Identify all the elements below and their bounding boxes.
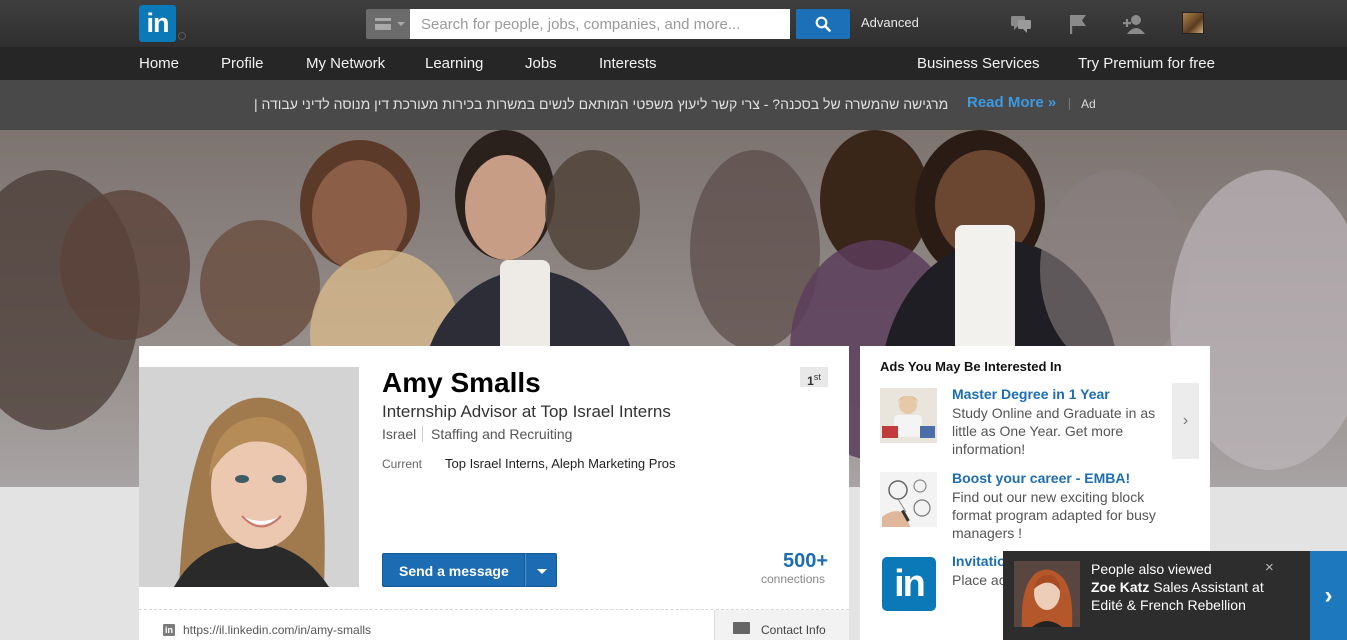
contact-info-button[interactable]: Contact Info bbox=[714, 610, 849, 640]
profile-photo[interactable] bbox=[139, 367, 359, 587]
degree-number: 1 bbox=[807, 374, 814, 388]
suggested-person-name[interactable]: Zoe Katz bbox=[1091, 579, 1149, 595]
add-connection-icon[interactable] bbox=[1122, 12, 1146, 36]
people-also-viewed-title: People also viewed bbox=[1091, 561, 1212, 577]
suggested-person[interactable]: Zoe Katz Sales Assistant at Edité & Fren… bbox=[1091, 578, 1291, 614]
ad-thumbnail bbox=[880, 472, 937, 527]
ad-thumbnail bbox=[880, 388, 937, 443]
flag-icon[interactable] bbox=[1066, 12, 1090, 36]
contact-info-label: Contact Info bbox=[761, 623, 826, 637]
connection-degree-badge: 1st bbox=[800, 367, 828, 388]
degree-suffix: st bbox=[813, 372, 821, 382]
people-also-viewed-popup[interactable]: People also viewed Zoe Katz Sales Assist… bbox=[1003, 551, 1310, 640]
current-positions[interactable]: Top Israel Interns, Aleph Marketing Pros bbox=[445, 456, 676, 471]
ad-item[interactable]: Boost your career - EMBA! Find out our n… bbox=[880, 470, 1170, 542]
linkedin-icon: in bbox=[163, 624, 175, 636]
nav-jobs[interactable]: Jobs bbox=[525, 55, 557, 72]
ad-title[interactable]: Master Degree in 1 Year bbox=[952, 386, 1110, 402]
current-label: Current bbox=[382, 457, 423, 471]
ad-body[interactable]: Study Online and Graduate in as little a… bbox=[952, 404, 1167, 458]
send-message-button[interactable]: Send a message bbox=[382, 553, 525, 587]
connections-label: connections bbox=[761, 572, 826, 586]
nav-my-network[interactable]: My Network bbox=[306, 55, 385, 72]
menu-icon bbox=[375, 18, 391, 30]
registered-mark-icon bbox=[178, 32, 186, 40]
ads-next-button[interactable]: › bbox=[1172, 383, 1199, 459]
ad-title[interactable]: Invitatio bbox=[952, 553, 1006, 569]
contact-card-icon bbox=[733, 622, 750, 634]
nav-home[interactable]: Home bbox=[139, 55, 179, 72]
nav-learning[interactable]: Learning bbox=[425, 55, 483, 72]
divider bbox=[1069, 98, 1070, 110]
profile-industry[interactable]: Staffing and Recruiting bbox=[431, 426, 572, 442]
public-profile-url[interactable]: https://il.linkedin.com/in/amy-smalls bbox=[183, 623, 371, 637]
nav-interests[interactable]: Interests bbox=[599, 55, 657, 72]
ads-panel-title: Ads You May Be Interested In bbox=[880, 359, 1062, 374]
advanced-search-link[interactable]: Advanced bbox=[861, 15, 919, 30]
search-category-menu-button[interactable] bbox=[366, 9, 410, 39]
nav-try-premium[interactable]: Try Premium for free bbox=[1078, 55, 1215, 72]
profile-name: Amy Smalls bbox=[382, 367, 541, 398]
messages-icon[interactable] bbox=[1009, 12, 1033, 36]
linkedin-logo[interactable]: in bbox=[139, 5, 176, 42]
connections-count[interactable]: 500+ bbox=[783, 550, 828, 573]
ad-title[interactable]: Boost your career - EMBA! bbox=[952, 470, 1130, 486]
ad-banner-text[interactable]: מרגישה שהמשרה של בסכנה? - צרי קשר ליעוץ … bbox=[254, 96, 948, 112]
profile-card-footer: in https://il.linkedin.com/in/amy-smalls… bbox=[139, 609, 849, 640]
nav-profile[interactable]: Profile bbox=[221, 55, 264, 72]
close-icon[interactable]: × bbox=[1265, 559, 1274, 576]
top-bar: in Advanced bbox=[0, 0, 1347, 47]
chevron-down-icon bbox=[397, 22, 405, 26]
ad-label: Ad bbox=[1081, 97, 1096, 111]
search-icon bbox=[815, 16, 831, 32]
more-actions-dropdown[interactable] bbox=[525, 553, 557, 587]
suggested-person-photo[interactable] bbox=[1014, 561, 1080, 627]
linkedin-logo: in bbox=[882, 557, 936, 611]
divider bbox=[422, 426, 423, 442]
nav-business-services[interactable]: Business Services bbox=[917, 55, 1040, 72]
search-button[interactable] bbox=[796, 9, 850, 39]
profile-location[interactable]: Israel bbox=[382, 426, 416, 442]
account-avatar[interactable] bbox=[1182, 12, 1204, 34]
main-nav: Home Profile My Network Learning Jobs In… bbox=[0, 47, 1347, 80]
search-input[interactable] bbox=[410, 9, 790, 39]
profile-card: Amy Smalls Internship Advisor at Top Isr… bbox=[139, 346, 849, 640]
top-ad-banner: מרגישה שהמשרה של בסכנה? - צרי קשר ליעוץ … bbox=[0, 80, 1347, 130]
ad-read-more-link[interactable]: Read More » bbox=[967, 94, 1056, 111]
ad-item[interactable]: Master Degree in 1 Year Study Online and… bbox=[880, 386, 1170, 458]
ad-body[interactable]: Find out our new exciting block format p… bbox=[952, 488, 1167, 542]
people-also-viewed-next-button[interactable]: › bbox=[1310, 551, 1347, 640]
ad-thumbnail: in bbox=[880, 555, 937, 611]
profile-headline: Internship Advisor at Top Israel Interns bbox=[382, 402, 671, 421]
